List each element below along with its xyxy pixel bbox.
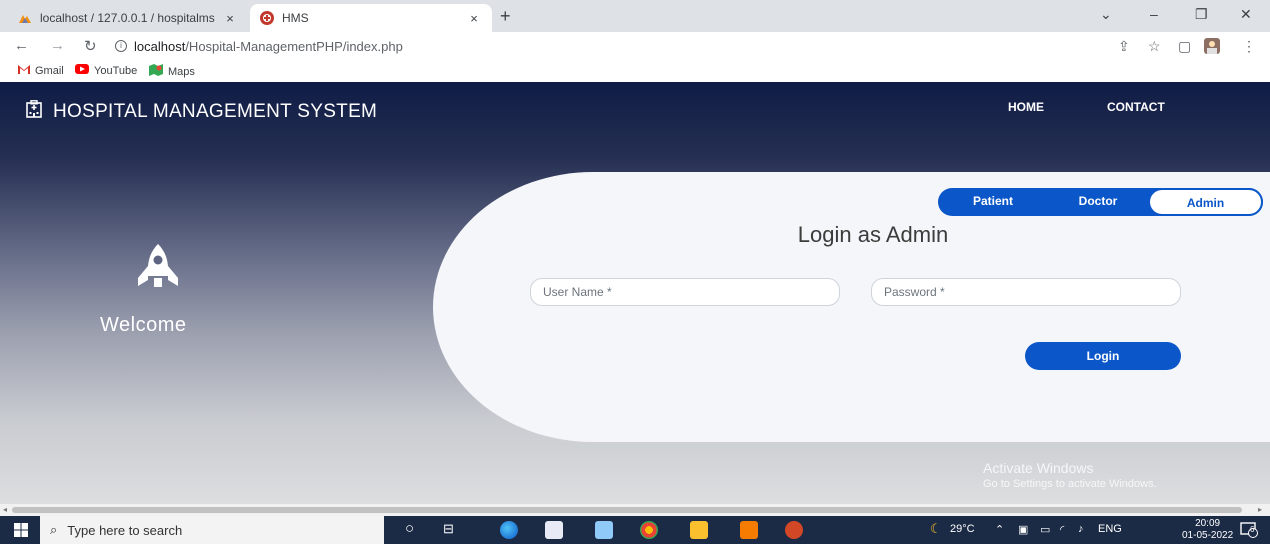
close-window-button[interactable]: ✕ [1240, 6, 1252, 23]
hospital-icon [260, 11, 274, 25]
edge-browser-icon[interactable] [500, 521, 518, 539]
bookmark-star-icon[interactable]: ☆ [1148, 38, 1161, 55]
bookmark-youtube[interactable]: YouTube [75, 64, 137, 77]
horizontal-scrollbar[interactable]: ◂ ▸ [0, 504, 1270, 516]
clock-date: 01-05-2022 [1182, 530, 1234, 541]
maps-icon [149, 64, 163, 79]
clock[interactable]: 20:09 01-05-2022 [1182, 518, 1233, 542]
password-input[interactable] [871, 278, 1181, 306]
bookmarks-bar: Gmail YouTube Maps [0, 60, 1270, 82]
activate-windows-watermark: Activate Windows Go to Settings to activ… [983, 460, 1157, 490]
xampp-icon[interactable] [740, 521, 758, 539]
file-app-icon[interactable] [545, 521, 563, 539]
nav-contact-link[interactable]: CONTACT [1107, 100, 1165, 114]
reload-icon[interactable]: ↻ [84, 37, 97, 55]
watermark-subtitle: Go to Settings to activate Windows. [983, 478, 1157, 490]
close-tab-icon[interactable]: × [466, 11, 482, 26]
powerpoint-icon[interactable] [785, 521, 803, 539]
menu-kebab-icon[interactable]: ⋮ [1242, 38, 1256, 55]
side-panel-icon[interactable]: ▢ [1178, 38, 1191, 55]
bookmark-label: YouTube [94, 64, 138, 77]
scroll-right-icon[interactable]: ▸ [1258, 504, 1262, 516]
windows-taskbar: ⌕ Type here to search ○ ⊟ ☾ 29°C ⌃ ▣ ▭ ◜… [0, 516, 1270, 544]
tab-hms[interactable]: HMS × [250, 4, 492, 32]
taskbar-search-box[interactable]: ⌕ Type here to search [40, 516, 384, 544]
url-host: localhost [134, 39, 186, 54]
bookmark-gmail[interactable]: Gmail [18, 64, 64, 77]
meet-now-icon[interactable]: ▣ [1018, 523, 1028, 536]
back-icon[interactable]: ← [14, 37, 29, 54]
watermark-title: Activate Windows [983, 460, 1094, 476]
gmail-icon [18, 64, 30, 77]
bookmark-maps[interactable]: Maps [149, 64, 195, 79]
battery-icon[interactable]: ▭ [1040, 523, 1050, 536]
url-path: /Hospital-ManagementPHP/index.php [185, 39, 403, 54]
site-info-icon[interactable]: i [115, 40, 127, 52]
file-explorer-icon[interactable] [690, 521, 708, 539]
windows-start-icon[interactable] [14, 523, 28, 540]
scrollbar-thumb[interactable] [12, 507, 1242, 513]
minimize-button[interactable]: – [1150, 6, 1158, 22]
close-tab-icon[interactable]: × [222, 11, 238, 26]
tab-strip: localhost / 127.0.0.1 / hospitalms × HMS… [0, 0, 1270, 32]
restore-button[interactable]: ❐ [1195, 6, 1208, 23]
wifi-icon[interactable]: ◜ [1060, 523, 1064, 536]
search-icon: ⌕ [50, 522, 58, 537]
share-icon[interactable]: ⇪ [1118, 38, 1130, 55]
search-placeholder: Type here to search [67, 522, 183, 538]
bookmark-label: Gmail [35, 64, 64, 77]
notification-count: 6 [1250, 525, 1255, 534]
new-tab-button[interactable]: + [500, 6, 511, 27]
tab-search-icon[interactable]: ⌄ [1100, 6, 1112, 23]
chrome-icon[interactable] [640, 521, 658, 539]
scroll-left-icon[interactable]: ◂ [3, 504, 7, 516]
volume-icon[interactable]: ♪ [1078, 523, 1084, 535]
youtube-icon [75, 64, 89, 77]
bookmark-label: Maps [168, 65, 195, 78]
browser-toolbar: ← → ↻ i localhost/Hospital-ManagementPHP… [0, 32, 1270, 60]
username-input[interactable] [530, 278, 840, 306]
hospital-building-icon [25, 100, 43, 124]
remote-desktop-icon[interactable] [595, 521, 613, 539]
profile-avatar-icon[interactable] [1204, 38, 1220, 57]
forward-icon[interactable]: → [50, 37, 65, 54]
tab-title: HMS [282, 11, 309, 25]
task-view-icon[interactable]: ⊟ [443, 521, 461, 539]
brand[interactable]: HOSPITAL MANAGEMENT SYSTEM [25, 100, 377, 124]
page-body: HOSPITAL MANAGEMENT SYSTEM HOME CONTACT … [0, 82, 1270, 504]
brand-title: HOSPITAL MANAGEMENT SYSTEM [53, 101, 378, 122]
login-panel: Patient Doctor Admin Login as Admin Logi… [433, 172, 1270, 442]
login-button[interactable]: Login [1025, 342, 1181, 370]
tab-title: localhost / 127.0.0.1 / hospitalms [40, 11, 215, 25]
role-tab-patient[interactable]: Patient [938, 188, 1048, 216]
address-bar[interactable]: localhost/Hospital-ManagementPHP/index.p… [134, 39, 403, 54]
temperature-text[interactable]: 29°C [950, 523, 975, 535]
weather-moon-icon[interactable]: ☾ [930, 521, 942, 537]
login-title: Login as Admin [797, 222, 949, 247]
role-tab-admin[interactable]: Admin [1148, 188, 1263, 216]
notification-icon[interactable]: 6 [1240, 522, 1258, 541]
language-indicator[interactable]: ENG [1098, 523, 1122, 535]
clock-time: 20:09 [1195, 518, 1221, 529]
cortana-icon[interactable]: ○ [405, 520, 423, 538]
role-switch: Patient Doctor Admin [938, 188, 1263, 216]
tray-chevron-icon[interactable]: ⌃ [995, 523, 1004, 536]
role-tab-doctor[interactable]: Doctor [1048, 188, 1148, 216]
welcome-text: Welcome [100, 314, 187, 336]
phpmyadmin-icon [18, 11, 32, 25]
rocket-icon [132, 242, 184, 295]
nav-home-link[interactable]: HOME [1008, 100, 1044, 114]
tab-phpmyadmin[interactable]: localhost / 127.0.0.1 / hospitalms × [8, 4, 248, 32]
